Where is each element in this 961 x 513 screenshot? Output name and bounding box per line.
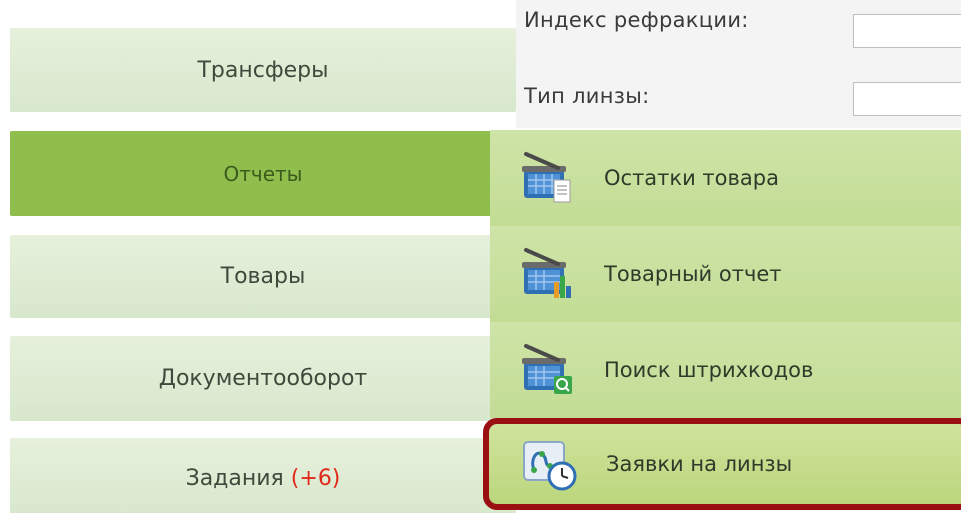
menu-item-barcode-search[interactable]: Поиск штрихкодов [490,322,961,418]
menu-item-product-report[interactable]: Товарный отчет [490,226,961,322]
nav-item-tasks[interactable]: Задания (+6) [10,438,516,513]
lens-order-clock-icon [523,441,577,491]
lens-type-input[interactable] [853,82,961,116]
lens-type-label: Тип линзы: [524,84,650,108]
nav-item-label: Трансферы [197,57,329,83]
menu-item-label: Поиск штрихкодов [604,358,814,382]
basket-document-icon [522,152,571,203]
tasks-count-badge: (+6) [290,465,341,491]
nav-item-label: Документооборот [158,366,368,391]
nav-item-label: Товары [220,264,306,289]
nav-item-label: Задания [185,465,284,491]
menu-item-label: Товарный отчет [604,262,782,286]
menu-item-label: Заявки на линзы [606,452,793,476]
menu-item-lens-orders[interactable]: Заявки на линзы [483,418,961,510]
nav-item-label: Отчеты [223,161,303,186]
basket-chart-icon [522,248,571,298]
refraction-index-input[interactable] [853,14,961,48]
nav-item-reports[interactable]: Отчеты [10,131,516,216]
menu-item-label: Остатки товара [604,166,779,190]
nav-item-products[interactable]: Товары [10,235,516,318]
refraction-index-label: Индекс рефракции: [524,8,749,32]
nav-item-documents[interactable]: Документооборот [10,336,516,421]
basket-search-icon [522,344,572,394]
nav-item-transfers[interactable]: Трансферы [10,28,516,112]
app-screen: Индекс рефракции: Тип линзы: Трансферы О… [0,0,961,513]
menu-item-stock-balance[interactable]: Остатки товара [490,130,961,226]
